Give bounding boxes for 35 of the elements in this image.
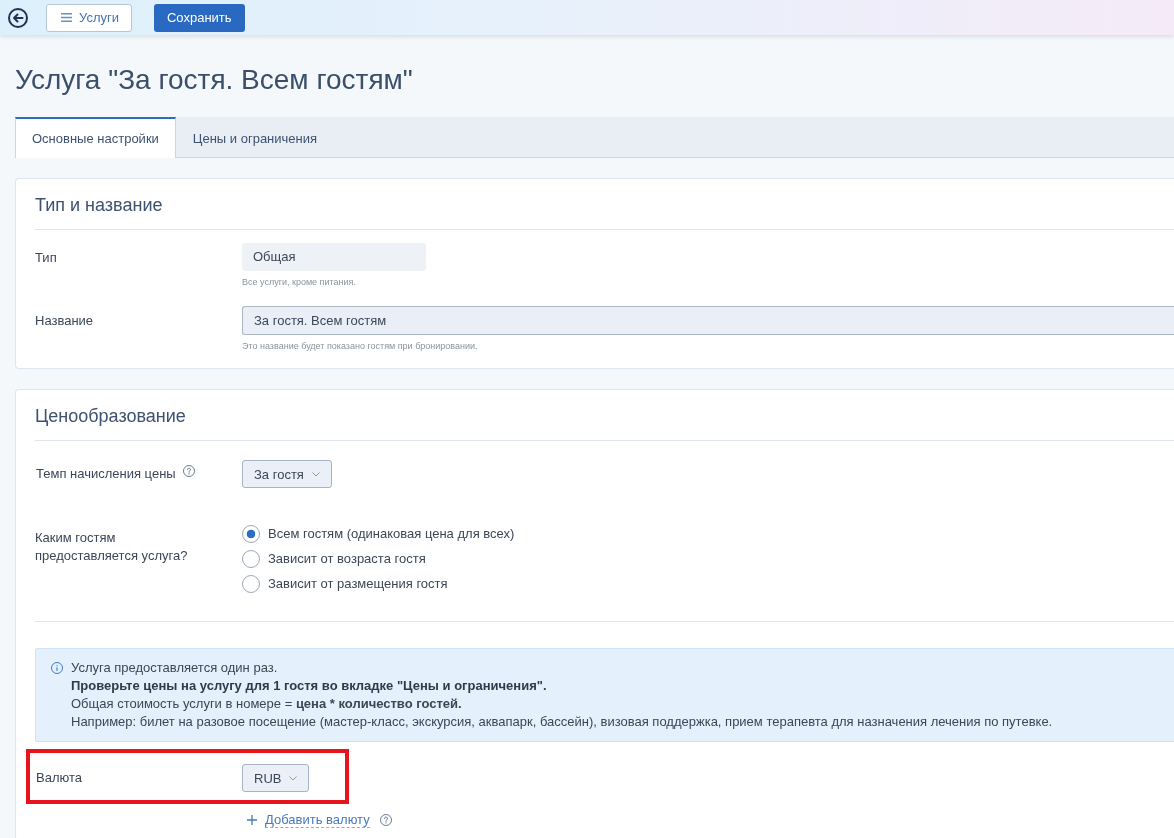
tab[interactable]: Основные настройки [15,117,176,158]
save-button[interactable]: Сохранить [154,3,245,32]
menu-icon [61,13,72,22]
info-text: Общая стоимость услуги в номере = цена * количество гостей. [71,695,462,713]
dropdown[interactable]: RUB [242,764,310,792]
radio-option[interactable]: Зависит от возраста гостя [242,546,426,571]
section-title: Ценообразование [35,405,187,428]
info-text: Проверьте цены на услугу для 1 гостя во вкладке "Цены и ограничения". [71,677,547,695]
field-hint: Все услуги, кроме питания. [242,276,356,289]
info-icon [51,662,63,674]
page-title: Услуга "За гостя. Всем гостям" [14,63,414,97]
back-icon [8,7,28,28]
dropdown[interactable]: За гостя [242,460,332,488]
field-label: Темп начисления цены [36,465,176,483]
field-label: Каким гостям предоставляется услуга? [35,529,189,565]
readonly-field: Общая [242,243,426,271]
help-icon[interactable] [379,814,392,826]
add-currency-link[interactable]: Добавить валюту [265,812,370,828]
chevron-down-icon [289,775,298,781]
radio-option[interactable]: Всем гостям (одинаковая цена для всех) [242,521,515,546]
radio-option[interactable]: Зависит от размещения гостя [242,571,448,596]
plus-icon [247,815,257,825]
chevron-down-icon [311,471,320,477]
field-hint: Это название будет показано гостям при бронировании. [242,340,478,353]
info-text: Например: билет на разовое посещение (мастер-класс, экскурсия, аквапарк, бассейн), визовая поддержка, прием терапевта для назначения лечения по путевке. [71,713,1053,731]
section-title: Тип и название [35,194,164,217]
info-text: Услуга предоставляется один раз. [71,659,278,677]
help-icon[interactable] [182,465,195,477]
back-button[interactable] [8,7,28,28]
field-label: Название [35,312,94,330]
text-input[interactable]: За гостя. Всем гостям [242,306,1174,335]
field-label: Тип [35,249,57,267]
tab[interactable]: Цены и ограничения [175,117,335,158]
field-label: Валюта [36,769,82,787]
services-button[interactable]: Услуги [46,3,132,32]
